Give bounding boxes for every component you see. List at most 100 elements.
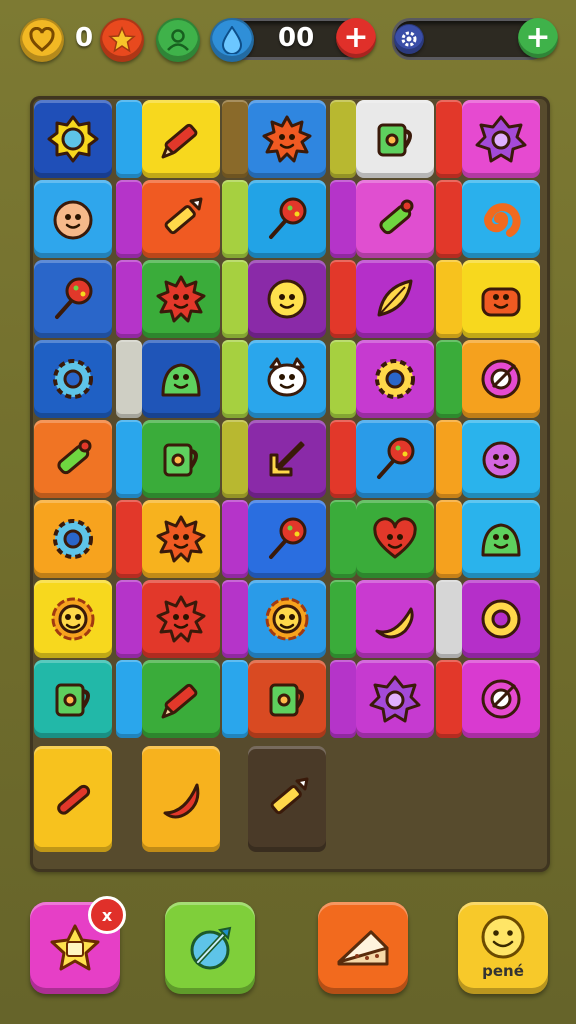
heart-icon [373,517,417,559]
tile-separator [330,580,356,658]
board-tile[interactable] [34,660,112,738]
tile-separator [222,340,248,418]
tile-separator [436,100,462,178]
board-tile[interactable] [142,500,220,578]
board-tile[interactable] [462,660,540,738]
board-tile[interactable] [142,180,220,258]
board-tile[interactable] [462,260,540,338]
pencil-icon [161,123,198,159]
spiked-blob-icon [369,675,421,723]
tile-separator [222,100,248,178]
gear-icon [53,519,93,559]
board-tile[interactable] [142,580,220,658]
tile-separator [436,660,462,738]
star-icon[interactable] [100,18,144,62]
mug-icon [163,443,198,477]
cake-creature-icon [481,287,521,317]
board-tile[interactable] [34,340,112,418]
board-tile[interactable] [356,580,434,658]
board-tile[interactable] [462,100,540,178]
board-tile[interactable] [462,580,540,658]
cake-slice-icon [337,930,389,966]
tile-separator [436,180,462,258]
heart-icon[interactable] [20,18,64,62]
done-button[interactable]: pené [458,902,548,994]
board-tile[interactable] [142,660,220,738]
gear-badge-icon [47,115,99,163]
leaf-icon [377,279,413,317]
spiky-creature-icon [156,275,206,323]
tile-separator [116,660,142,738]
lollipop-icon [55,277,93,319]
add-progress-button[interactable]: + [518,18,558,58]
star-card-button[interactable]: x [30,896,126,994]
tile-separator [436,420,462,498]
cake-slice-button[interactable] [318,902,408,994]
hearts-count: 0 [75,23,94,53]
board-tile[interactable] [356,420,434,498]
board-tile[interactable] [34,260,112,338]
board-tile[interactable] [248,340,326,418]
board-tile[interactable] [248,660,326,738]
board-tile[interactable] [142,100,220,178]
board-tile[interactable] [34,580,112,658]
tile-separator [222,580,248,658]
sun-creature-icon [262,115,312,163]
board-tile[interactable] [462,340,540,418]
board-tile[interactable] [462,500,540,578]
flower-face-icon [265,597,309,641]
profile-icon[interactable] [156,18,200,62]
flower-face-icon [51,597,95,641]
tile-separator [222,420,248,498]
tile-separator [222,260,248,338]
tile-separator [330,340,356,418]
board-tile[interactable] [356,100,434,178]
board-tile[interactable] [34,746,112,852]
board-tile[interactable] [248,580,326,658]
board-tile[interactable] [248,500,326,578]
spiky-creature-icon [156,595,206,643]
board-tile[interactable] [248,260,326,338]
slime-icon [161,363,201,397]
sausage-icon [57,784,91,815]
board-tile[interactable] [248,746,326,852]
cat-face-icon [267,357,307,397]
pencil-icon [161,683,198,719]
board-tile[interactable] [356,660,434,738]
tile-separator [436,500,462,578]
board-tile[interactable] [34,100,112,178]
board-tile[interactable] [248,100,326,178]
slime-icon [481,523,521,557]
board-tile[interactable] [34,420,112,498]
board-tile[interactable] [142,340,220,418]
paint-tube-icon [379,199,414,235]
pencil-swap-button[interactable] [165,902,255,994]
board-tile[interactable] [142,260,220,338]
board-tile[interactable] [356,180,434,258]
close-badge[interactable]: x [88,896,126,934]
board-tile[interactable] [462,180,540,258]
board-tile[interactable] [142,420,220,498]
tile-separator [330,660,356,738]
board-tile[interactable] [356,340,434,418]
board-tile[interactable] [462,420,540,498]
board-tile[interactable] [248,420,326,498]
board-tile[interactable] [142,746,220,852]
board-tile[interactable] [248,180,326,258]
settings-gear-icon[interactable] [394,24,424,54]
board-tile[interactable] [356,500,434,578]
board-tile[interactable] [356,260,434,338]
mug-icon [55,683,90,717]
target-icon [481,679,521,719]
add-gems-button[interactable]: + [336,18,376,58]
tile-separator [222,180,248,258]
tile-separator [222,660,248,738]
board-tile[interactable] [34,180,112,258]
tile-separator [116,340,142,418]
banana-icon [375,607,414,639]
blob-face-icon [482,441,520,479]
tile-separator [116,580,142,658]
tile-separator [222,500,248,578]
board-tile[interactable] [34,500,112,578]
arrow-icon [269,441,305,477]
